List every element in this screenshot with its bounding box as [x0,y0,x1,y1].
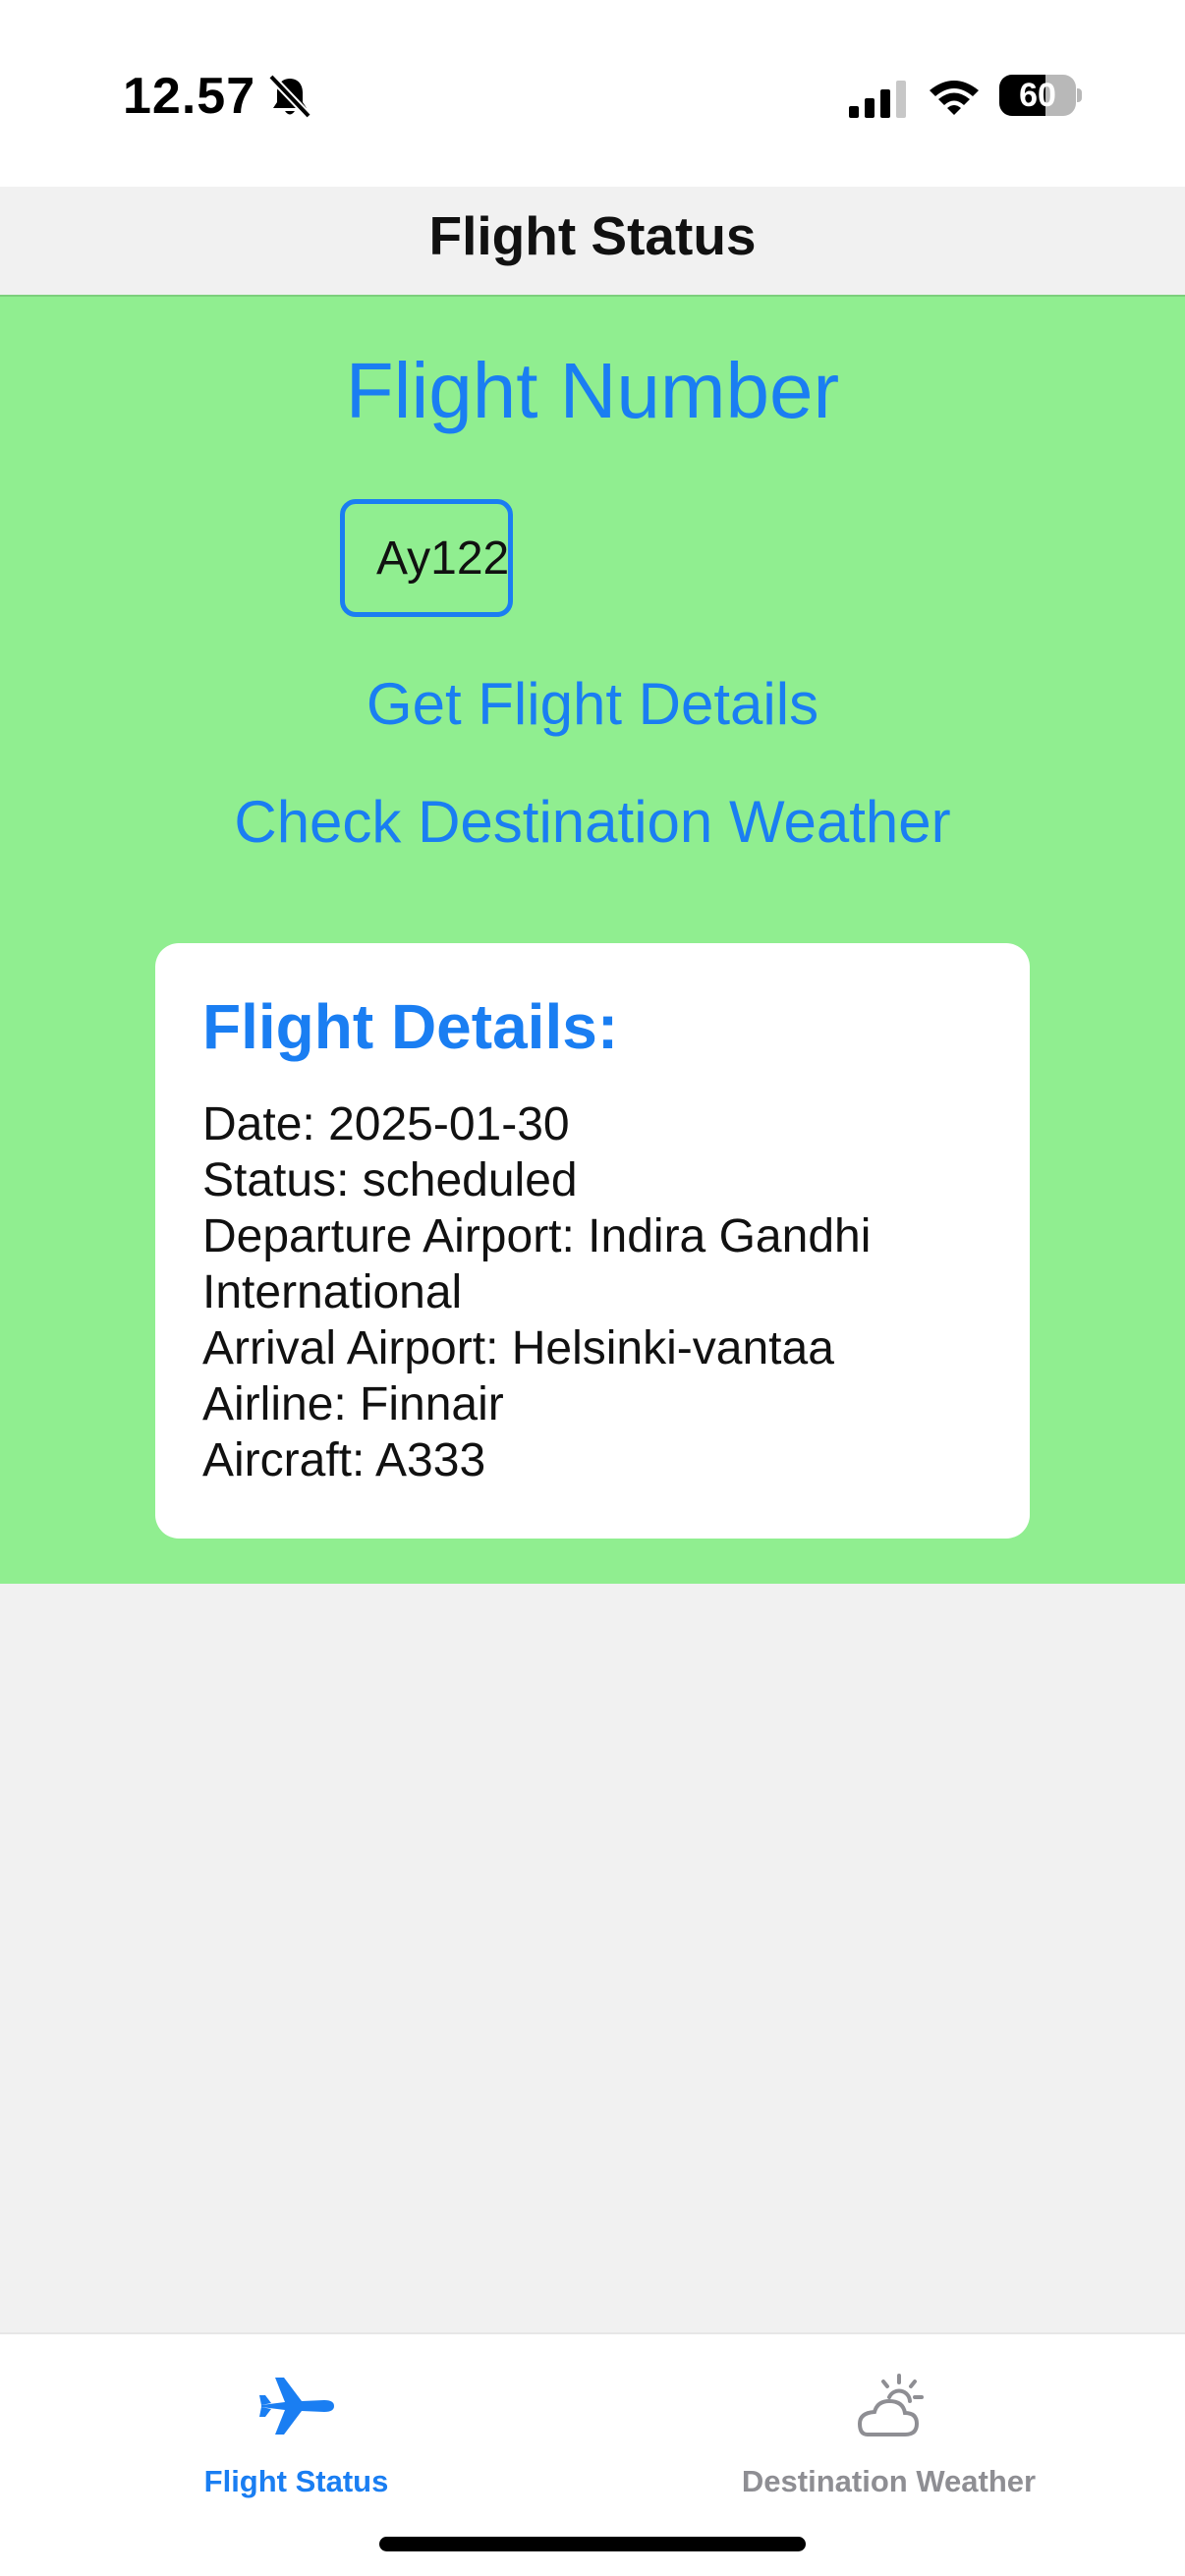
flight-form-section: Flight Number Get Flight Details Check D… [0,297,1185,1584]
status-bar: 12.57 60 [0,0,1185,187]
airplane-icon [258,2378,334,2435]
tab-destination-weather-label: Destination Weather [741,2464,1037,2498]
tab-destination-weather[interactable]: Destination Weather [592,2354,1185,2501]
app-screen: 12.57 60 Flight Status Flight Number Ay1… [0,0,1185,2576]
check-destination-weather-button[interactable]: Check Destination Weather [0,788,1185,856]
battery-level: 60 [1019,77,1056,114]
detail-airline: Airline: Finnair [202,1378,504,1430]
wifi-icon [930,81,979,115]
tab-flight-status[interactable]: Flight Status [0,2354,592,2501]
detail-status: Status: scheduled [202,1154,578,1206]
battery-indicator: 60 [999,75,1082,116]
flight-details-title: Flight Details: [202,991,619,1062]
bell-slash-icon [268,74,311,119]
status-time: 12.57 [123,68,256,125]
flight-number-heading: Flight Number [345,347,840,434]
detail-departure-airport-cont: International [202,1266,463,1318]
flight-details-card: Flight Details: Date: 2025-01-30 Status:… [155,943,1030,1539]
detail-date: Date: 2025-01-30 [202,1098,570,1150]
page-title: Flight Status [428,205,757,266]
cloud-sun-icon [857,2374,924,2436]
detail-departure-airport: Departure Airport: Indira Gandhi [202,1210,872,1262]
home-indicator [379,2537,806,2551]
detail-arrival-airport: Arrival Airport: Helsinki-vantaa [202,1322,834,1374]
cellular-signal-icon [849,81,906,118]
get-flight-details-button[interactable]: Get Flight Details [0,670,1185,738]
flight-number-input[interactable] [340,499,513,617]
detail-aircraft: Aircraft: A333 [202,1434,486,1486]
tab-flight-status-label: Flight Status [203,2464,389,2498]
